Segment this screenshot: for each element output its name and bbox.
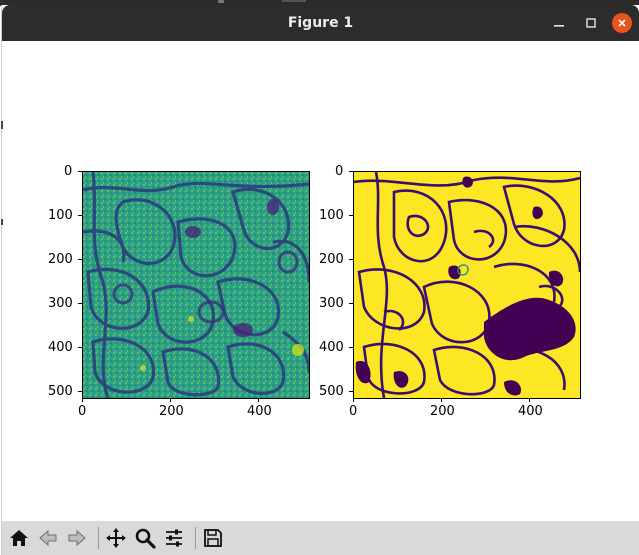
- title-bar[interactable]: Figure 1: [2, 5, 639, 41]
- navigation-toolbar: [2, 521, 639, 555]
- right-ytick-100: [349, 215, 353, 216]
- left-xtick-200: [170, 398, 171, 402]
- right-xtick-200: [441, 398, 442, 402]
- configure-subplots-button[interactable]: [161, 525, 187, 551]
- left-xtick-label: 200: [159, 404, 184, 419]
- minimize-icon: [554, 25, 564, 27]
- right-ytick-400: [349, 347, 353, 348]
- pan-icon: [106, 528, 126, 548]
- left-ytick-200: [78, 259, 82, 260]
- left-xtick-400: [258, 398, 259, 402]
- figure-window: Figure 1 0 100 200 300 400 500 0 200 400…: [1, 5, 639, 555]
- right-ytick-300: [349, 303, 353, 304]
- left-ytick-label: 0: [64, 164, 73, 179]
- maximize-icon: [586, 18, 596, 28]
- home-icon: [10, 530, 28, 546]
- right-ytick-label: 300: [319, 296, 344, 311]
- left-ytick-label: 100: [48, 208, 73, 223]
- right-xtick-400: [529, 398, 530, 402]
- left-ytick-label: 200: [48, 252, 73, 267]
- right-xtick-label: 200: [430, 404, 455, 419]
- toolbar-separator: [195, 527, 196, 549]
- back-button[interactable]: [35, 525, 61, 551]
- left-xtick-label: 0: [78, 404, 87, 419]
- right-ytick-500: [349, 391, 353, 392]
- left-ytick-300: [78, 303, 82, 304]
- left-ytick-label: 500: [48, 384, 73, 399]
- back-icon: [39, 529, 57, 547]
- left-xtick-0: [82, 398, 83, 402]
- right-xtick-0: [353, 398, 354, 402]
- right-mask-axes[interactable]: [353, 171, 581, 399]
- left-ytick-100: [78, 215, 82, 216]
- zoom-icon: [135, 528, 156, 549]
- right-ytick-200: [349, 259, 353, 260]
- left-ytick-label: 300: [48, 296, 73, 311]
- right-ytick-0: [349, 171, 353, 172]
- right-ytick-label: 200: [319, 252, 344, 267]
- configure-subplots-icon: [166, 529, 182, 547]
- maximize-button[interactable]: [580, 12, 602, 34]
- left-ytick-label: 400: [48, 340, 73, 355]
- forward-button[interactable]: [64, 525, 90, 551]
- home-button[interactable]: [6, 525, 32, 551]
- save-button[interactable]: [200, 525, 226, 551]
- right-xtick-label: 0: [349, 404, 358, 419]
- right-ytick-label: 500: [319, 384, 344, 399]
- microscopy-image: [83, 172, 309, 398]
- save-icon: [204, 529, 222, 547]
- right-ytick-label: 100: [319, 208, 344, 223]
- right-ytick-label: 0: [335, 164, 344, 179]
- right-ytick-label: 400: [319, 340, 344, 355]
- left-ytick-500: [78, 391, 82, 392]
- close-button[interactable]: [612, 13, 632, 33]
- toolbar-separator: [98, 527, 99, 549]
- segmentation-mask: [354, 172, 580, 398]
- figure-canvas[interactable]: 0 100 200 300 400 500 0 200 400 0 100 20…: [1, 41, 639, 521]
- zoom-button[interactable]: [132, 525, 158, 551]
- left-ytick-400: [78, 347, 82, 348]
- close-icon: [618, 19, 626, 27]
- pan-button[interactable]: [103, 525, 129, 551]
- left-ytick-0: [78, 171, 82, 172]
- right-xtick-label: 400: [518, 404, 543, 419]
- forward-icon: [68, 529, 86, 547]
- minimize-button[interactable]: [548, 12, 570, 34]
- left-image-axes[interactable]: [82, 171, 310, 399]
- window-title: Figure 1: [287, 15, 354, 31]
- left-xtick-label: 400: [247, 404, 272, 419]
